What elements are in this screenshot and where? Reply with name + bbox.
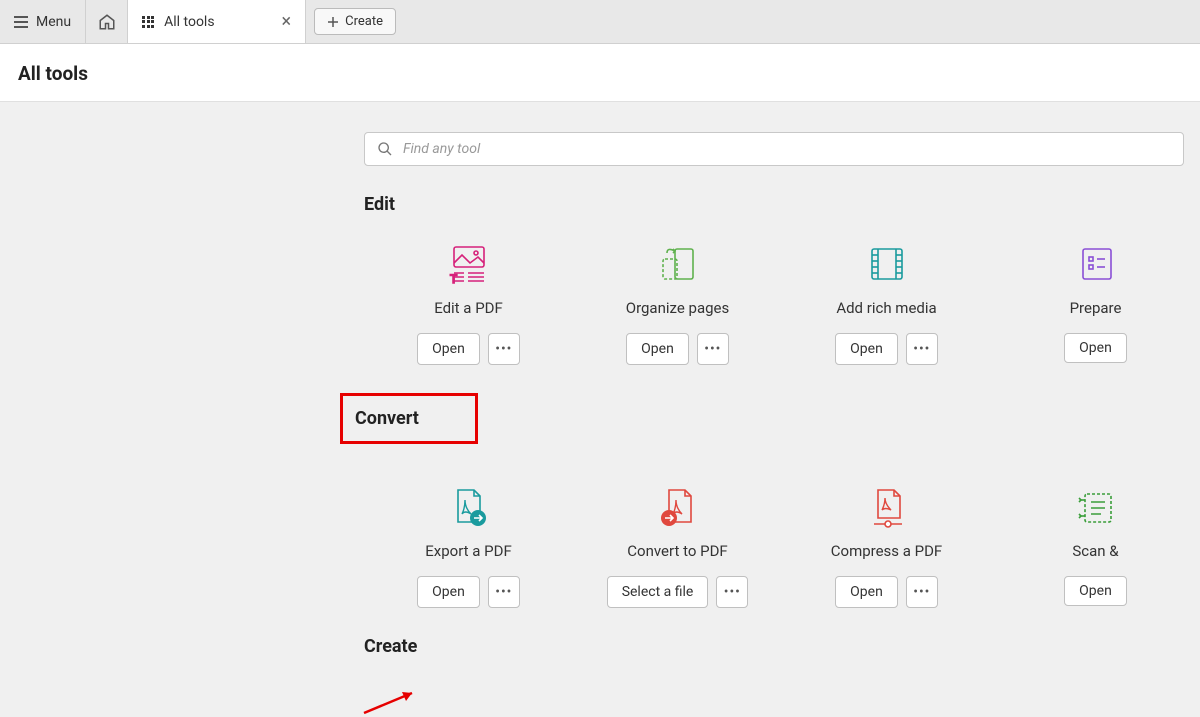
select-file-button[interactable]: Select a file	[607, 576, 709, 608]
search-box[interactable]	[364, 132, 1184, 166]
tool-label: Convert to PDF	[627, 542, 727, 560]
create-label: Create	[345, 14, 383, 29]
tools-row: Export a PDF Open ••• Convert to PDF Sel…	[364, 486, 1200, 608]
content: Edit T Edit a PDF Open ••• Organize page…	[0, 132, 1200, 657]
more-button[interactable]: •••	[906, 333, 938, 365]
tool-label: Export a PDF	[425, 542, 512, 560]
more-button[interactable]: •••	[488, 333, 520, 365]
more-button[interactable]: •••	[697, 333, 729, 365]
open-button[interactable]: Open	[835, 333, 898, 365]
tab-all-tools[interactable]: All tools ×	[128, 0, 306, 43]
home-icon	[98, 13, 116, 31]
rich-media-icon	[866, 243, 908, 285]
tool-label: Prepare	[1070, 299, 1122, 317]
home-button[interactable]	[86, 0, 128, 43]
open-button[interactable]: Open	[626, 333, 689, 365]
tool-label: Compress a PDF	[831, 542, 942, 560]
tools-row: T Edit a PDF Open ••• Organize pages Ope…	[364, 243, 1200, 365]
prepare-icon	[1075, 243, 1117, 285]
top-bar: Menu All tools × Create	[0, 0, 1200, 44]
tool-label: Add rich media	[836, 299, 936, 317]
section-edit: Edit T Edit a PDF Open ••• Organize page…	[364, 194, 1200, 365]
export-pdf-icon	[448, 486, 490, 528]
open-button[interactable]: Open	[417, 333, 480, 365]
tool-export-pdf: Export a PDF Open •••	[364, 486, 573, 608]
section-convert: Convert Export a PDF Open ••• Convert to…	[340, 393, 1200, 608]
open-button[interactable]: Open	[835, 576, 898, 608]
convert-pdf-icon	[657, 486, 699, 528]
svg-text:T: T	[450, 272, 457, 285]
compress-pdf-icon	[866, 486, 908, 528]
tool-organize-pages: Organize pages Open •••	[573, 243, 782, 365]
tab-label: All tools	[164, 14, 214, 30]
close-icon[interactable]: ×	[282, 13, 292, 31]
more-button[interactable]: •••	[716, 576, 748, 608]
tool-scan: Scan & Open	[991, 486, 1200, 608]
create-button[interactable]: Create	[314, 8, 396, 35]
tool-label: Organize pages	[626, 299, 729, 317]
tool-label: Edit a PDF	[434, 299, 503, 317]
open-button[interactable]: Open	[417, 576, 480, 608]
menu-label: Menu	[36, 14, 71, 30]
more-button[interactable]: •••	[488, 576, 520, 608]
open-button[interactable]: Open	[1064, 576, 1127, 606]
open-button[interactable]: Open	[1064, 333, 1127, 363]
tool-convert-to-pdf: Convert to PDF Select a file •••	[573, 486, 782, 608]
scan-icon	[1075, 486, 1117, 528]
arrow-annotation	[360, 687, 420, 717]
menu-button[interactable]: Menu	[0, 0, 86, 43]
section-create: Create	[364, 636, 1200, 657]
tool-prepare: Prepare Open	[991, 243, 1200, 365]
section-title-create: Create	[364, 636, 1200, 657]
page-header: All tools	[0, 44, 1200, 102]
grid-icon	[142, 16, 154, 28]
section-title-convert: Convert	[340, 393, 478, 444]
plus-icon	[327, 16, 339, 28]
page-title: All tools	[18, 62, 1182, 85]
tool-compress-pdf: Compress a PDF Open •••	[782, 486, 991, 608]
hamburger-icon	[14, 16, 28, 28]
organize-pages-icon	[657, 243, 699, 285]
search-input[interactable]	[403, 141, 1171, 157]
section-title-edit: Edit	[364, 194, 1200, 215]
edit-pdf-icon: T	[448, 243, 490, 285]
more-button[interactable]: •••	[906, 576, 938, 608]
tool-edit-pdf: T Edit a PDF Open •••	[364, 243, 573, 365]
tool-label: Scan &	[1072, 542, 1118, 560]
tool-add-rich-media: Add rich media Open •••	[782, 243, 991, 365]
search-icon	[377, 141, 393, 157]
